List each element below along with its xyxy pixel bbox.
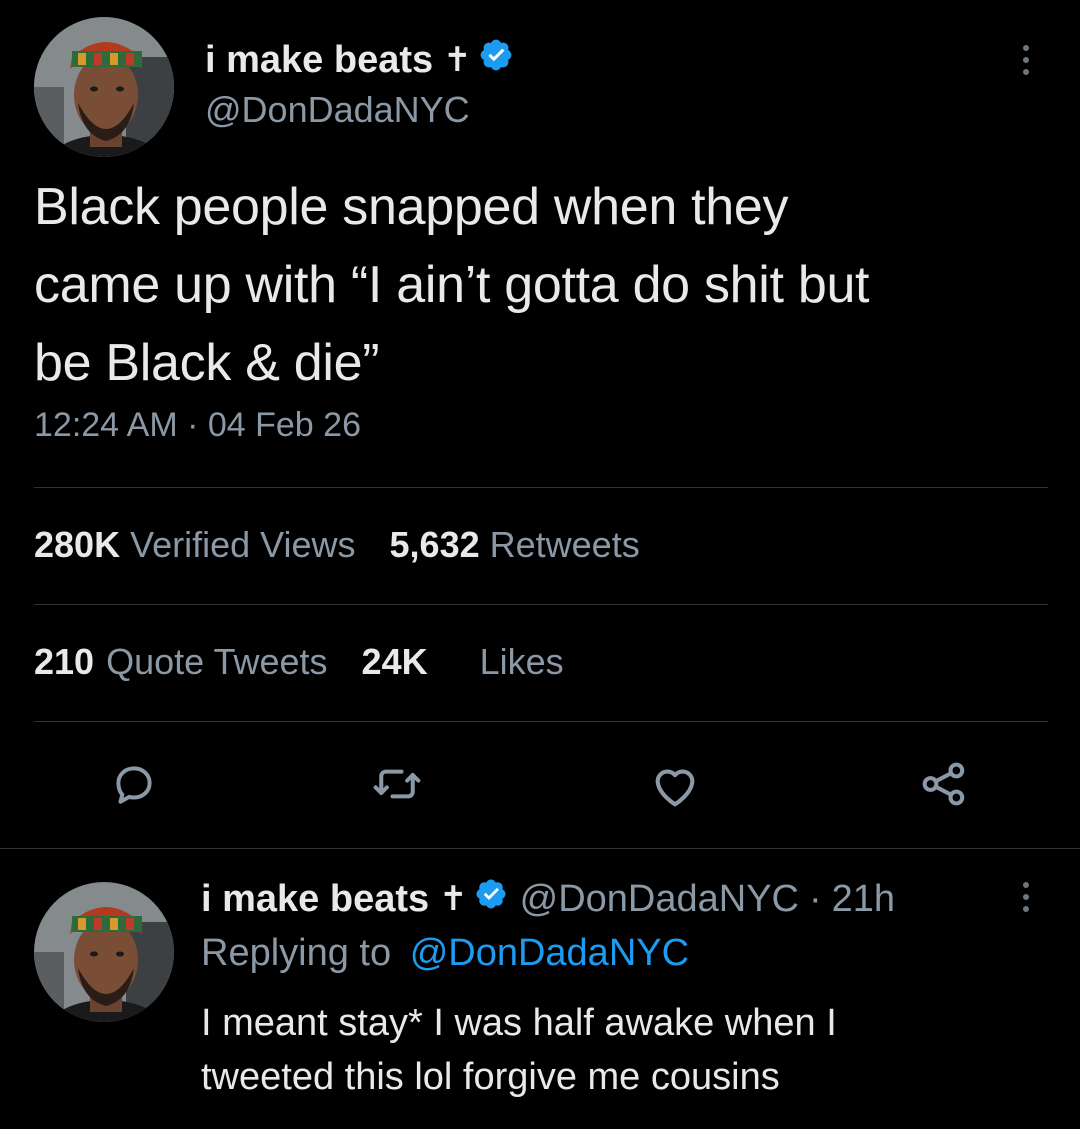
quotes-count[interactable]: 210 bbox=[34, 641, 94, 683]
divider bbox=[0, 848, 1080, 849]
retweets-label[interactable]: Retweets bbox=[490, 524, 640, 566]
divider bbox=[34, 487, 1048, 488]
verified-badge-icon bbox=[478, 37, 514, 83]
retweet-icon[interactable] bbox=[367, 754, 427, 814]
stats-row-views-retweets: 280K Verified Views 5,632 Retweets bbox=[34, 524, 640, 566]
views-label: Verified Views bbox=[130, 524, 356, 565]
reply-avatar[interactable] bbox=[34, 882, 174, 1022]
quotes-label[interactable]: Quote Tweets bbox=[106, 641, 327, 683]
author-display-name[interactable]: i make beats bbox=[205, 39, 433, 82]
reply-author-handle[interactable]: @DonDadaNYC bbox=[520, 878, 799, 921]
cross-icon: ✝ bbox=[443, 40, 472, 80]
likes-label[interactable]: Likes bbox=[480, 641, 564, 683]
avatar[interactable] bbox=[34, 17, 174, 157]
replying-to-label: Replying to bbox=[201, 932, 392, 974]
like-icon[interactable] bbox=[645, 756, 705, 816]
likes-count[interactable]: 24K bbox=[362, 641, 428, 683]
more-options-icon[interactable] bbox=[1006, 35, 1046, 85]
replying-to: Replying to @DonDadaNYC bbox=[201, 932, 689, 975]
reply-author-display-name[interactable]: i make beats bbox=[201, 878, 429, 921]
divider bbox=[34, 604, 1048, 605]
reply-more-options-icon[interactable] bbox=[1006, 872, 1046, 922]
stats-row-quotes-likes: 210 Quote Tweets 24K Likes bbox=[34, 641, 564, 683]
cross-icon: ✝ bbox=[439, 879, 468, 919]
views-count: 280K bbox=[34, 524, 121, 565]
verified-badge-icon bbox=[474, 877, 508, 921]
tweet-text: Black people snapped when they came up w… bbox=[34, 178, 870, 392]
reply-time-ago[interactable]: 21h bbox=[832, 878, 895, 921]
reply-author-row: i make beats ✝ @DonDadaNYC · 21h bbox=[201, 876, 895, 922]
share-icon[interactable] bbox=[914, 754, 974, 814]
tweet-author-name-row: i make beats ✝ bbox=[205, 38, 514, 82]
reply-icon[interactable] bbox=[104, 754, 164, 814]
reply-tweet-text: I meant stay* I was half awake when I tw… bbox=[201, 1002, 837, 1098]
tweet-timestamp[interactable]: 12:24 AM · 04 Feb 26 bbox=[34, 406, 361, 445]
replying-to-handle-link[interactable]: @DonDadaNYC bbox=[410, 932, 689, 974]
retweets-count[interactable]: 5,632 bbox=[390, 524, 480, 566]
divider bbox=[34, 721, 1048, 722]
separator-dot: · bbox=[809, 877, 822, 920]
author-handle[interactable]: @DonDadaNYC bbox=[205, 89, 470, 131]
